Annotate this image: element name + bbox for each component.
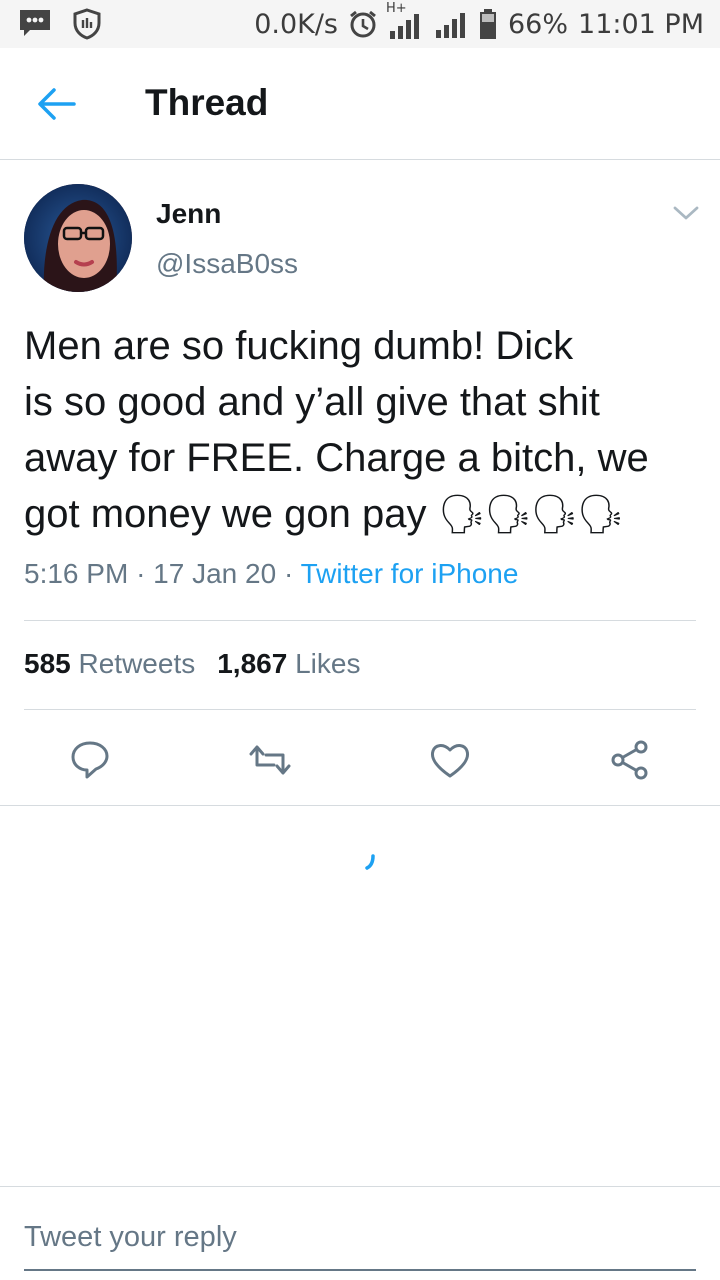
tweet-text: Men are so fucking dumb! Dick is so good… [24,318,696,543]
tweet-text-last: got money we gon pay [24,492,427,536]
retweet-icon[interactable] [248,738,292,782]
author-name[interactable]: Jenn [156,198,221,230]
loading-spinner-icon [365,854,375,870]
avatar-image [24,184,132,292]
meta-separator: · [283,558,294,589]
avatar[interactable] [24,184,132,292]
tweet-time: 5:16 PM [24,558,129,589]
clock: 11:01 PM [578,8,704,40]
app-header: Thread [0,48,720,160]
reply-input[interactable] [24,1217,696,1257]
likes-stat[interactable]: 1,867 Likes [217,648,360,679]
status-bar: 0.0K/s H+ 66% 11:01 PM [0,0,720,48]
divider [24,620,696,621]
tweet-source-link[interactable]: Twitter for iPhone [301,558,519,589]
alarm-icon [350,10,376,38]
author-handle[interactable]: @IssaB0ss [156,248,298,280]
likes-count: 1,867 [217,648,288,679]
retweets-label: Retweets [78,648,196,679]
net-speed: 0.0K/s [254,8,338,40]
signal-icon [436,13,465,38]
likes-label: Likes [295,648,361,679]
speaking-head-emoji: 🗣🗣🗣🗣 [437,494,625,536]
reply-input-underline [24,1269,696,1271]
tweet-stats: 585 Retweets 1,867 Likes [24,648,360,680]
reply-icon[interactable] [68,738,112,782]
tweet-text-line: got money we gon pay 🗣🗣🗣🗣 [24,486,696,543]
tweet-date: 17 Jan 20 [153,558,277,589]
battery-icon [480,9,496,39]
retweets-stat[interactable]: 585 Retweets [24,648,195,679]
thread-screen: 0.0K/s H+ 66% 11:01 PM Thread Jenn @Issa… [0,0,720,1280]
network-type: H+ [386,1,407,16]
retweets-count: 585 [24,648,71,679]
tweet-text-line: away for FREE. Charge a bitch, we [24,436,649,480]
share-icon[interactable] [608,738,652,782]
shield-icon [73,8,101,40]
tweet-text-line: is so good and y’all give that shit [24,380,600,424]
meta-separator: · [136,558,146,589]
like-icon[interactable] [428,738,472,782]
tweet-text-line: Men are so fucking dumb! Dick [24,324,574,368]
divider [24,709,696,710]
message-icon [20,10,50,36]
tweet-meta: 5:16 PM · 17 Jan 20 · Twitter for iPhone [24,558,518,590]
page-title: Thread [145,82,269,123]
arrow-left-icon[interactable] [36,86,76,122]
chevron-down-icon[interactable] [672,204,700,222]
battery-percent: 66% [508,8,569,40]
divider [0,805,720,806]
reply-bar [0,1186,720,1280]
